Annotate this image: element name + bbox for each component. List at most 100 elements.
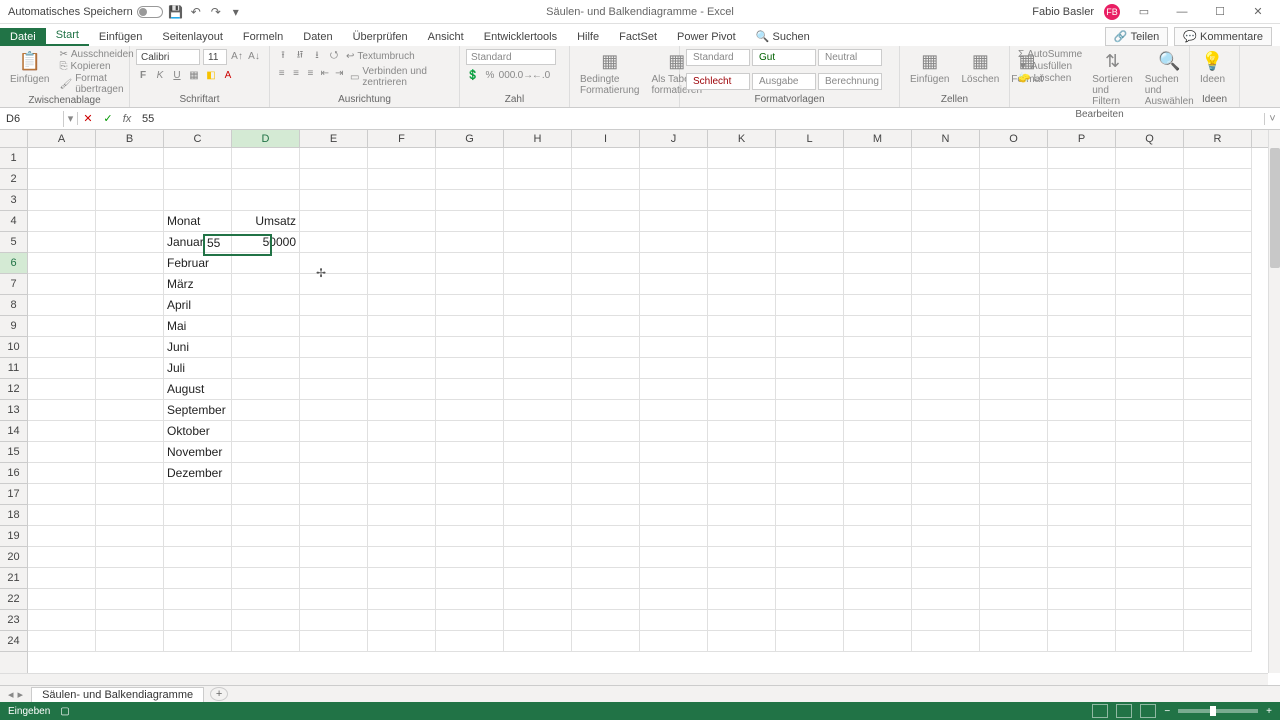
cell-P20[interactable]: [1048, 547, 1116, 568]
cell-O4[interactable]: [980, 211, 1048, 232]
cell-B24[interactable]: [96, 631, 164, 652]
cell-C6[interactable]: Februar: [164, 253, 232, 274]
tab-ueberpruefen[interactable]: Überprüfen: [343, 28, 418, 46]
cell-H15[interactable]: [504, 442, 572, 463]
cell-N23[interactable]: [912, 610, 980, 631]
cell-M22[interactable]: [844, 589, 912, 610]
cell-R17[interactable]: [1184, 484, 1252, 505]
cell-A18[interactable]: [28, 505, 96, 526]
cell-R18[interactable]: [1184, 505, 1252, 526]
cell-C5[interactable]: Januar: [164, 232, 232, 253]
cell-O7[interactable]: [980, 274, 1048, 295]
cell-C10[interactable]: Juni: [164, 337, 232, 358]
cell-I1[interactable]: [572, 148, 640, 169]
cell-E23[interactable]: [300, 610, 368, 631]
cell-F5[interactable]: [368, 232, 436, 253]
cell-G15[interactable]: [436, 442, 504, 463]
cell-C14[interactable]: Oktober: [164, 421, 232, 442]
row-header-23[interactable]: 23: [0, 610, 27, 631]
cell-H6[interactable]: [504, 253, 572, 274]
cell-G14[interactable]: [436, 421, 504, 442]
cell-A13[interactable]: [28, 400, 96, 421]
cell-B19[interactable]: [96, 526, 164, 547]
cell-B13[interactable]: [96, 400, 164, 421]
cell-R11[interactable]: [1184, 358, 1252, 379]
cell-H14[interactable]: [504, 421, 572, 442]
cell-J5[interactable]: [640, 232, 708, 253]
decrease-font-icon[interactable]: A↓: [247, 49, 261, 63]
cell-R1[interactable]: [1184, 148, 1252, 169]
row-header-22[interactable]: 22: [0, 589, 27, 610]
cell-K6[interactable]: [708, 253, 776, 274]
cell-O3[interactable]: [980, 190, 1048, 211]
cell-A6[interactable]: [28, 253, 96, 274]
autosum-button[interactable]: Σ AutoSumme: [1016, 49, 1084, 60]
expand-formula-bar-icon[interactable]: ˅: [1264, 113, 1280, 125]
cell-B14[interactable]: [96, 421, 164, 442]
cell-D6[interactable]: [232, 253, 300, 274]
indent-inc-icon[interactable]: ⇥: [334, 66, 345, 80]
cell-E24[interactable]: [300, 631, 368, 652]
cell-I10[interactable]: [572, 337, 640, 358]
cell-I13[interactable]: [572, 400, 640, 421]
close-icon[interactable]: ✕: [1244, 2, 1272, 22]
cell-I18[interactable]: [572, 505, 640, 526]
cell-L14[interactable]: [776, 421, 844, 442]
cell-L7[interactable]: [776, 274, 844, 295]
cell-D18[interactable]: [232, 505, 300, 526]
col-header-E[interactable]: E: [300, 130, 368, 147]
maximize-icon[interactable]: ☐: [1206, 2, 1234, 22]
cell-P24[interactable]: [1048, 631, 1116, 652]
cell-R3[interactable]: [1184, 190, 1252, 211]
number-format-select[interactable]: [466, 49, 556, 65]
cell-A4[interactable]: [28, 211, 96, 232]
tab-entwicklertools[interactable]: Entwicklertools: [474, 28, 567, 46]
cell-Q1[interactable]: [1116, 148, 1184, 169]
tab-daten[interactable]: Daten: [293, 28, 342, 46]
cell-O19[interactable]: [980, 526, 1048, 547]
cell-J18[interactable]: [640, 505, 708, 526]
cell-I2[interactable]: [572, 169, 640, 190]
user-avatar[interactable]: FB: [1104, 4, 1120, 20]
tab-einfuegen[interactable]: Einfügen: [89, 28, 152, 46]
cell-P6[interactable]: [1048, 253, 1116, 274]
wrap-text-button[interactable]: ↩ Textumbruch: [344, 49, 417, 63]
cell-I11[interactable]: [572, 358, 640, 379]
cell-Q17[interactable]: [1116, 484, 1184, 505]
cell-K10[interactable]: [708, 337, 776, 358]
cell-Q21[interactable]: [1116, 568, 1184, 589]
cell-L15[interactable]: [776, 442, 844, 463]
cell-F6[interactable]: [368, 253, 436, 274]
cell-E20[interactable]: [300, 547, 368, 568]
cell-I22[interactable]: [572, 589, 640, 610]
tab-formeln[interactable]: Formeln: [233, 28, 293, 46]
cell-N1[interactable]: [912, 148, 980, 169]
cell-F15[interactable]: [368, 442, 436, 463]
copy-button[interactable]: ⎘ Kopieren: [57, 61, 135, 72]
cell-D5[interactable]: 50000: [232, 232, 300, 253]
cell-Q19[interactable]: [1116, 526, 1184, 547]
cell-N11[interactable]: [912, 358, 980, 379]
cell-M21[interactable]: [844, 568, 912, 589]
cell-K22[interactable]: [708, 589, 776, 610]
currency-icon[interactable]: 💲: [466, 68, 480, 82]
cell-K19[interactable]: [708, 526, 776, 547]
cell-N5[interactable]: [912, 232, 980, 253]
cell-K4[interactable]: [708, 211, 776, 232]
cell-G4[interactable]: [436, 211, 504, 232]
cell-N12[interactable]: [912, 379, 980, 400]
cell-J10[interactable]: [640, 337, 708, 358]
cell-G2[interactable]: [436, 169, 504, 190]
sheet-tab-active[interactable]: Säulen- und Balkendiagramme: [31, 687, 204, 702]
cell-A5[interactable]: [28, 232, 96, 253]
cell-N8[interactable]: [912, 295, 980, 316]
align-bottom-icon[interactable]: ⭳: [310, 49, 324, 63]
tab-start[interactable]: Start: [46, 26, 89, 46]
cell-G17[interactable]: [436, 484, 504, 505]
horizontal-scrollbar[interactable]: [0, 673, 1268, 685]
cell-N22[interactable]: [912, 589, 980, 610]
cell-R14[interactable]: [1184, 421, 1252, 442]
cell-G5[interactable]: [436, 232, 504, 253]
cell-L10[interactable]: [776, 337, 844, 358]
row-header-7[interactable]: 7: [0, 274, 27, 295]
